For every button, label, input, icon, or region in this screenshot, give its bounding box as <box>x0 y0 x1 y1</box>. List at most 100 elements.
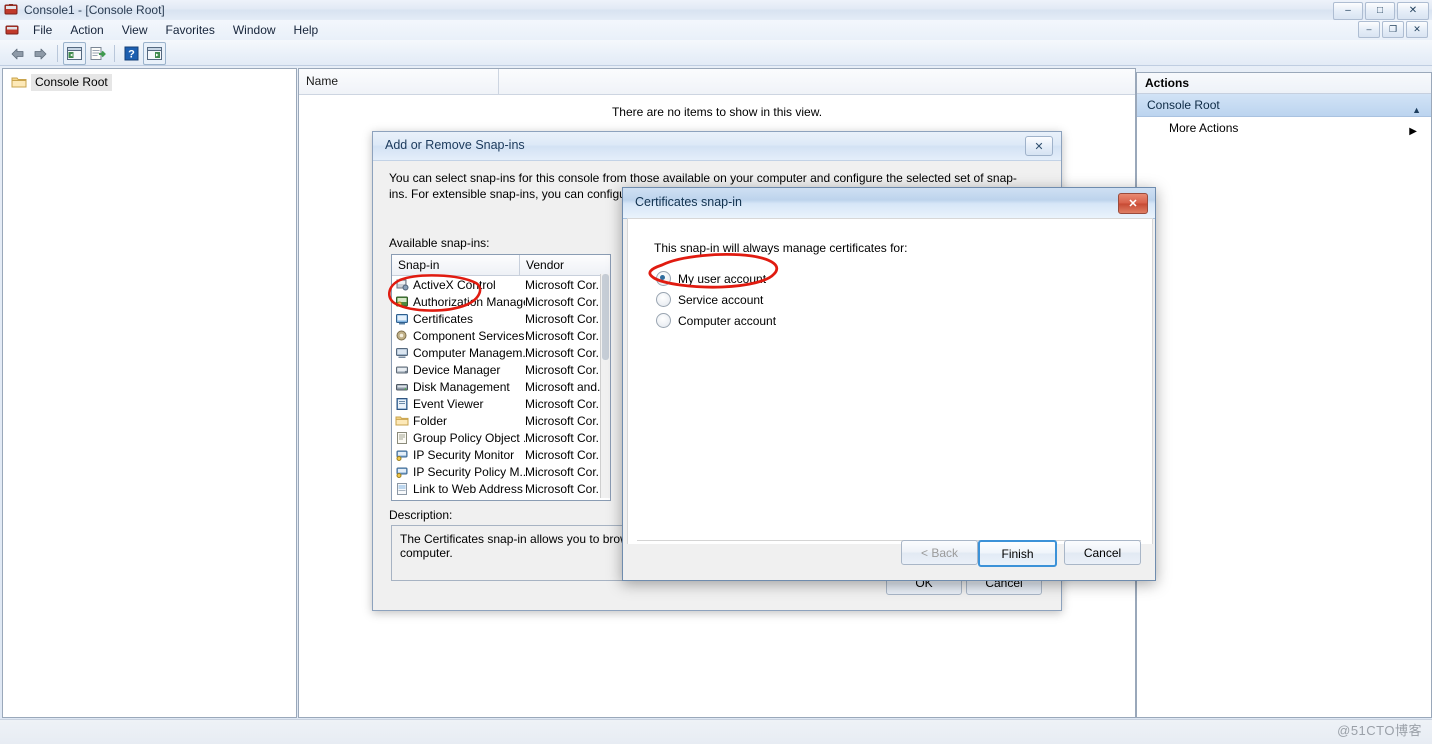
minimize-button[interactable]: – <box>1333 2 1363 20</box>
snapin-name-text: Component Services <box>413 328 525 343</box>
snapin-name-text: Computer Managem... <box>413 345 525 360</box>
actions-item-more-actions[interactable]: More Actions ▶ <box>1137 117 1431 139</box>
ip-security-monitor-icon <box>395 448 409 462</box>
show-hide-action-pane-icon[interactable] <box>143 42 166 65</box>
snapin-name-cell: IP Security Policy M... <box>392 465 525 479</box>
help-icon[interactable]: ? <box>120 42 143 65</box>
folder-icon <box>395 414 409 428</box>
back-arrow-icon[interactable] <box>6 42 29 65</box>
snapin-row[interactable]: Component Services Microsoft Cor... <box>392 327 610 344</box>
snapin-row[interactable]: Device Manager Microsoft Cor... <box>392 361 610 378</box>
radio-computer-account[interactable]: Computer account <box>656 313 776 328</box>
available-snapins-list[interactable]: Snap-in Vendor ActiveX Control Microsoft… <box>391 254 611 501</box>
description-label: Description: <box>389 508 453 522</box>
radio-button-indicator[interactable] <box>656 292 671 307</box>
snapin-row[interactable]: Group Policy Object ... Microsoft Cor... <box>392 429 610 446</box>
add-remove-close-button[interactable]: ✕ <box>1025 136 1053 156</box>
maximize-button[interactable]: □ <box>1365 2 1395 20</box>
snapin-vendor-cell: Microsoft Cor... <box>525 481 606 496</box>
tree-item-console-root[interactable]: Console Root <box>3 73 296 91</box>
snapin-vendor-cell: Microsoft Cor... <box>525 464 606 479</box>
mdi-minimize-button[interactable]: – <box>1358 21 1380 38</box>
window-controls: – □ ✕ <box>1333 2 1429 20</box>
radio-label: Service account <box>678 292 764 307</box>
snapin-row[interactable]: IP Security Policy M... Microsoft Cor... <box>392 463 610 480</box>
actions-pane-title: Actions <box>1137 73 1431 94</box>
snapin-name-text: Group Policy Object ... <box>413 430 525 445</box>
empty-list-message: There are no items to show in this view. <box>611 105 823 119</box>
menu-favorites[interactable]: Favorites <box>157 21 224 40</box>
actions-pane: Actions Console Root ▲ More Actions ▶ <box>1136 72 1432 718</box>
snapin-row[interactable]: Authorization Manager Microsoft Cor... <box>392 293 610 310</box>
console-tree-pane: Console Root <box>2 68 297 718</box>
snapin-vendor-cell: Microsoft Cor... <box>525 328 606 343</box>
scrollbar-thumb[interactable] <box>602 274 609 360</box>
close-button[interactable]: ✕ <box>1397 2 1429 20</box>
mmc-small-icon <box>5 23 19 37</box>
snapin-row[interactable]: ActiveX Control Microsoft Cor... <box>392 276 610 293</box>
column-blank[interactable] <box>499 69 1135 94</box>
actions-group-console-root[interactable]: Console Root ▲ <box>1137 94 1431 117</box>
finish-button[interactable]: Finish <box>978 540 1057 567</box>
snapin-name-text: Event Viewer <box>413 396 484 411</box>
snapin-vendor-cell: Microsoft Cor... <box>525 277 606 292</box>
menu-window[interactable]: Window <box>224 21 285 40</box>
show-hide-console-tree-icon[interactable] <box>63 42 86 65</box>
snapin-row[interactable]: Event Viewer Microsoft Cor... <box>392 395 610 412</box>
radio-my-user-account[interactable]: My user account <box>656 271 766 286</box>
snapin-name-cell: Certificates <box>392 312 525 326</box>
export-list-icon[interactable] <box>86 42 109 65</box>
snapin-name-cell: Authorization Manager <box>392 295 525 309</box>
snapins-list-scrollbar[interactable] <box>600 274 610 498</box>
vendor-column-header[interactable]: Vendor <box>520 255 610 275</box>
snapin-row[interactable]: Disk Management Microsoft and... <box>392 378 610 395</box>
radio-label: My user account <box>678 271 767 286</box>
back-button[interactable]: < Back <box>901 540 978 565</box>
menu-help[interactable]: Help <box>285 21 328 40</box>
mdi-child-controls: – ❐ ✕ <box>1358 21 1428 38</box>
window-title: Console1 - [Console Root] <box>24 3 165 17</box>
disk-management-icon <box>395 380 409 394</box>
menu-action[interactable]: Action <box>61 21 112 40</box>
snapin-row-partial[interactable] <box>392 497 610 500</box>
snapin-name-text: ActiveX Control <box>413 277 496 292</box>
toolbar-separator-2 <box>114 45 115 62</box>
snapin-vendor-cell: Microsoft Cor... <box>525 396 606 411</box>
snapin-vendor-cell: Microsoft Cor... <box>525 413 606 428</box>
radio-button-indicator[interactable] <box>656 271 671 286</box>
available-snapins-label: Available snap-ins: <box>389 236 490 250</box>
svg-text:?: ? <box>128 49 135 61</box>
snapin-vendor-cell: Microsoft Cor... <box>525 430 606 445</box>
snapin-name-text: Certificates <box>413 311 474 326</box>
snapin-name-cell: Event Viewer <box>392 397 525 411</box>
snapin-vendor-cell: Microsoft Cor... <box>525 311 606 326</box>
menu-view[interactable]: View <box>113 21 157 40</box>
mdi-close-button[interactable]: ✕ <box>1406 21 1428 38</box>
snapin-row[interactable]: Computer Managem... Microsoft Cor... <box>392 344 610 361</box>
toolbar-group: ? <box>6 42 166 65</box>
snapin-name-cell: Component Services <box>392 329 525 343</box>
snapin-vendor-cell: Microsoft Cor... <box>525 294 606 309</box>
snapin-row[interactable]: Folder Microsoft Cor... <box>392 412 610 429</box>
computer-management-icon <box>395 346 409 360</box>
certificates-close-button[interactable]: ✕ <box>1118 193 1148 214</box>
tree-item-label: Console Root <box>31 73 112 91</box>
forward-arrow-icon[interactable] <box>29 42 52 65</box>
snapin-column-header[interactable]: Snap-in <box>392 255 520 275</box>
snapin-vendor-cell: Microsoft and... <box>525 379 608 394</box>
menu-items: File Action View Favorites Window Help <box>24 20 327 40</box>
mmc-console-window: Console1 - [Console Root] – □ ✕ File Act… <box>0 0 1432 744</box>
activex-icon <box>395 278 409 292</box>
add-remove-title: Add or Remove Snap-ins <box>385 138 525 152</box>
mdi-restore-button[interactable]: ❐ <box>1382 21 1404 38</box>
radio-button-indicator[interactable] <box>656 313 671 328</box>
snapin-row[interactable]: IP Security Monitor Microsoft Cor... <box>392 446 610 463</box>
snapin-row[interactable]: Link to Web Address Microsoft Cor... <box>392 480 610 497</box>
toolbar: ? <box>0 40 1432 66</box>
certificates-cancel-button[interactable]: Cancel <box>1064 540 1141 565</box>
event-viewer-icon <box>395 397 409 411</box>
snapin-row-certificates[interactable]: Certificates Microsoft Cor... <box>392 310 610 327</box>
radio-service-account[interactable]: Service account <box>656 292 763 307</box>
menu-file[interactable]: File <box>24 21 61 40</box>
column-name[interactable]: Name <box>299 69 499 94</box>
